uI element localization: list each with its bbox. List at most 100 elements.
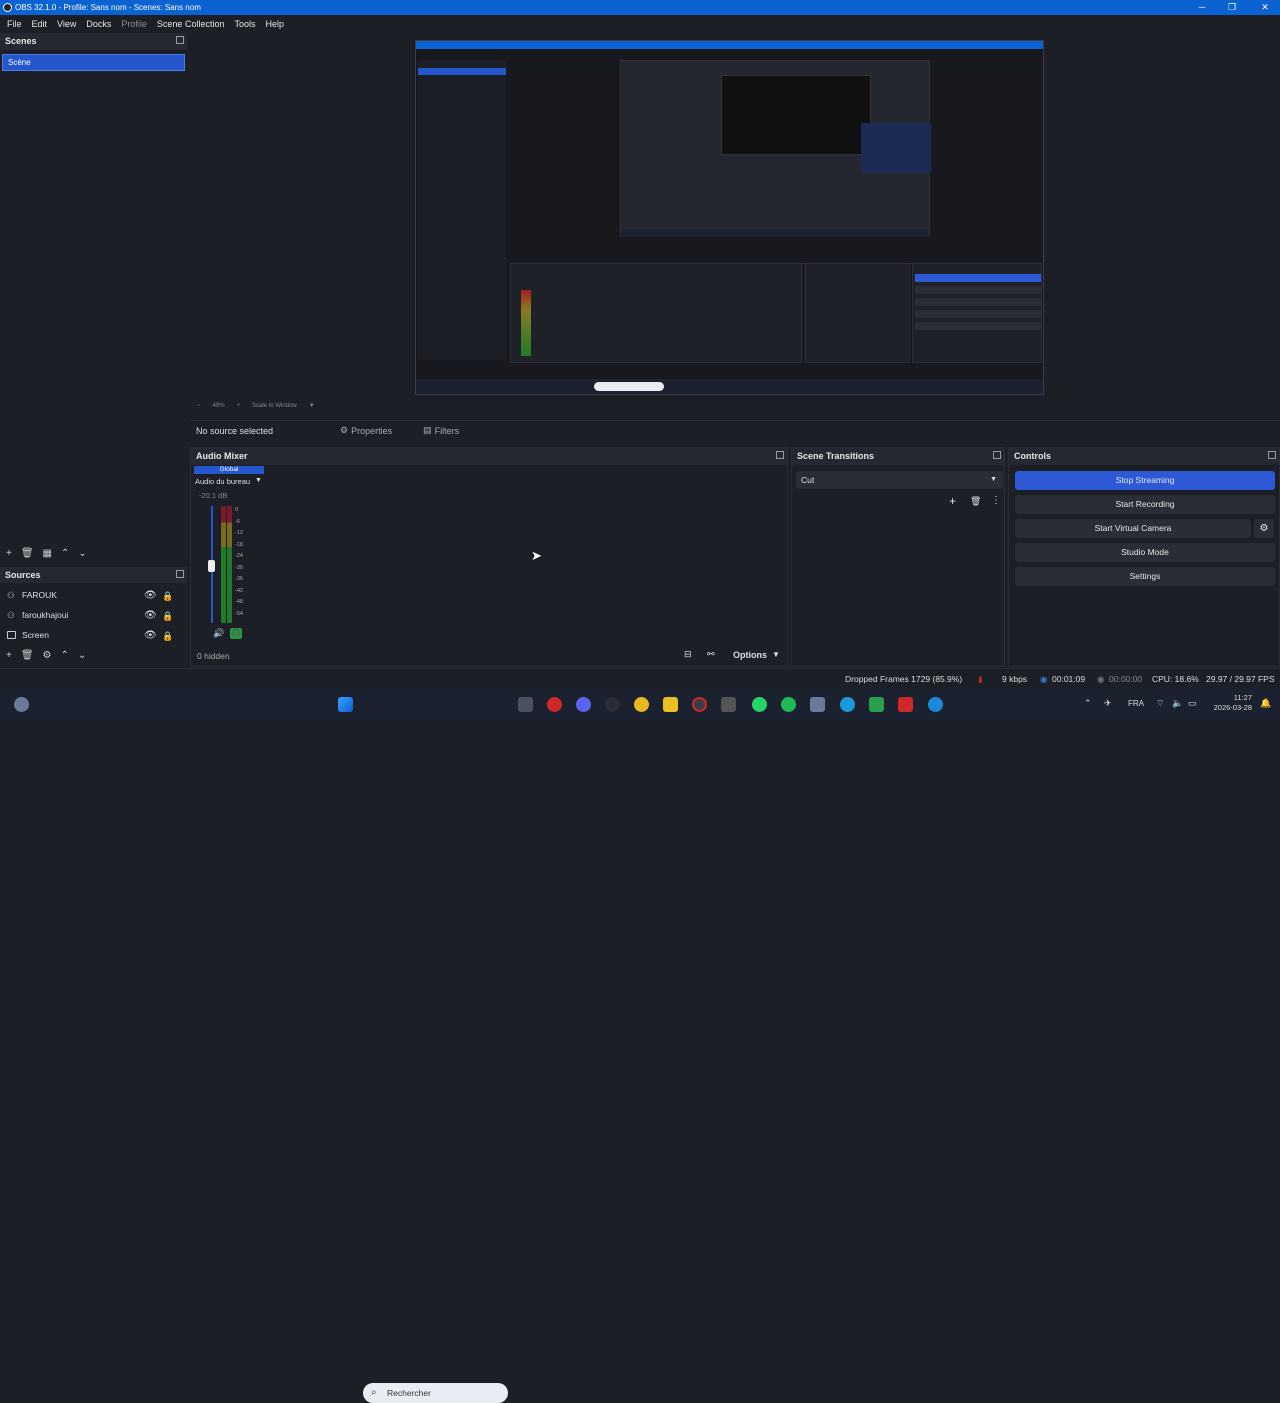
opera-icon[interactable] [547, 697, 562, 712]
spotify-icon[interactable] [781, 697, 796, 712]
lock-icon[interactable]: 🔒 [162, 627, 173, 645]
clock-time: 11:27 [1233, 693, 1252, 702]
add-icon[interactable]: + [949, 494, 956, 508]
speaker-icon[interactable]: 🔊 [213, 628, 224, 639]
nested-transitions [805, 263, 910, 363]
link-icon[interactable]: ⚯ [707, 649, 715, 660]
zoom-in-button[interactable]: + [237, 403, 241, 409]
chevron-down-icon[interactable]: ▼ [255, 477, 262, 484]
properties-bar: No source selected ⚙ Properties ▤ Filter… [190, 420, 1280, 440]
source-item[interactable]: ⚇ faroukhajoui 👁 🔒 [0, 606, 180, 624]
audio-mixer-title: Audio Mixer [196, 451, 248, 461]
menu-docks[interactable]: Docks [81, 19, 116, 29]
undock-icon[interactable] [1268, 451, 1276, 459]
store-icon[interactable] [810, 697, 825, 712]
file-explorer-icon[interactable] [518, 697, 533, 712]
studio-mode-button[interactable]: Studio Mode [1015, 543, 1275, 562]
move-up-icon[interactable]: ⌃ [61, 650, 69, 661]
close-button[interactable]: ✕ [1250, 0, 1280, 15]
undock-icon[interactable] [176, 570, 184, 578]
lock-icon[interactable]: 🔒 [162, 587, 173, 605]
menu-edit[interactable]: Edit [27, 19, 53, 29]
app-icon[interactable] [634, 697, 649, 712]
eye-icon[interactable]: 👁 [144, 627, 157, 645]
obs-taskbar-icon[interactable] [692, 697, 707, 712]
eye-icon[interactable]: 👁 [144, 607, 157, 625]
volume-icon[interactable]: 🔈 [1172, 698, 1183, 709]
volume-slider-handle[interactable] [208, 560, 215, 572]
menu-help[interactable]: Help [260, 19, 289, 29]
filter-icon: ▤ [423, 425, 432, 435]
menu-scene-collection[interactable]: Scene Collection [152, 19, 230, 29]
excel-icon[interactable] [869, 697, 884, 712]
chevron-down-icon[interactable]: ▼ [309, 403, 315, 409]
undock-icon[interactable] [176, 36, 184, 44]
maximize-button[interactable]: ❐ [1217, 0, 1247, 15]
scenes-title: Scenes [5, 36, 37, 46]
tab-global[interactable]: Global [194, 466, 264, 474]
whatsapp-icon[interactable] [752, 697, 767, 712]
menu-view[interactable]: View [52, 19, 81, 29]
start-virtual-camera-button[interactable]: Start Virtual Camera [1015, 519, 1251, 538]
preview-canvas[interactable] [193, 33, 1280, 399]
undock-icon[interactable] [993, 451, 1001, 459]
wifi-icon[interactable]: ⌔ [1156, 698, 1164, 709]
chevron-up-icon[interactable]: ⌃ [1084, 698, 1092, 709]
trash-icon[interactable]: 🗑 [970, 496, 981, 507]
scene-item[interactable]: Scène [2, 54, 185, 71]
start-recording-button[interactable]: Start Recording [1015, 495, 1275, 514]
layout-icon[interactable]: ⊟ [684, 649, 692, 660]
app-red-icon[interactable] [898, 697, 913, 712]
more-icon[interactable]: ⋮ [991, 495, 1001, 506]
network-tray-icon[interactable]: ✈ [1104, 698, 1112, 709]
folder-icon[interactable] [663, 697, 678, 712]
chevron-down-icon[interactable]: ▼ [772, 650, 780, 659]
undock-icon[interactable] [776, 451, 784, 459]
windows-start-icon[interactable] [338, 697, 353, 712]
move-down-icon[interactable]: ⌄ [78, 548, 86, 559]
lock-icon[interactable]: 🔒 [162, 607, 173, 625]
headphones-icon[interactable]: 🎧 [230, 628, 242, 639]
transitions-header: Scene Transitions [792, 448, 1004, 465]
transition-select[interactable]: Cut ▼ [796, 471, 1003, 489]
battery-icon[interactable]: ▭ [1188, 698, 1197, 709]
discord-icon[interactable] [576, 697, 591, 712]
move-up-icon[interactable]: ⌃ [61, 548, 69, 559]
stop-streaming-button[interactable]: Stop Streaming [1015, 471, 1275, 490]
menu-profile[interactable]: Profile [116, 19, 152, 29]
settings-button[interactable]: Settings [1015, 567, 1275, 586]
properties-button[interactable]: Properties [351, 426, 423, 436]
filter-icon[interactable]: ▦ [43, 548, 52, 559]
trash-icon[interactable]: 🗑 [21, 650, 34, 661]
chatgpt-icon[interactable] [605, 697, 620, 712]
weather-icon[interactable] [14, 697, 29, 712]
taskbar-search[interactable]: ⌕ Rechercher [363, 1383, 508, 1403]
browser-icon[interactable] [928, 697, 943, 712]
scale-mode-select[interactable]: Scale to Window [252, 403, 297, 409]
zoom-out-button[interactable]: − [197, 403, 201, 409]
gear-icon[interactable]: ⚙ [1254, 519, 1274, 538]
volume-meter-right [227, 506, 232, 623]
add-icon[interactable]: + [6, 548, 12, 559]
notification-icon[interactable]: 🔔 [1260, 698, 1271, 709]
move-down-icon[interactable]: ⌄ [78, 650, 86, 661]
filters-button[interactable]: Filters [435, 426, 460, 436]
taskbar: ⌕ Rechercher ⌃ ✈ FRA ⌔ 🔈 ▭ 11:27 2026-03… [0, 689, 1280, 1403]
edge-icon[interactable] [840, 697, 855, 712]
eye-icon[interactable]: 👁 [144, 587, 157, 605]
cpu-usage: CPU: 18.6% [1152, 674, 1199, 684]
source-item[interactable]: Screen 👁 🔒 [0, 626, 180, 644]
volume-level: -20.1 dB [199, 491, 228, 500]
language-indicator[interactable]: FRA [1128, 699, 1144, 708]
settings-app-icon[interactable] [721, 697, 736, 712]
minimize-button[interactable]: ─ [1187, 0, 1217, 15]
add-icon[interactable]: + [6, 650, 12, 661]
options-button[interactable]: Options [733, 650, 767, 660]
source-item[interactable]: ⚇ FAROUK 👁 🔒 [0, 586, 180, 604]
menu-tools[interactable]: Tools [229, 19, 260, 29]
meter-tick: 0 [235, 507, 239, 513]
menu-file[interactable]: File [2, 19, 27, 29]
trash-icon[interactable]: 🗑 [21, 548, 34, 559]
gear-icon[interactable]: ⚙ [43, 650, 52, 661]
clock[interactable]: 11:27 2026-03-28 [1208, 693, 1252, 713]
